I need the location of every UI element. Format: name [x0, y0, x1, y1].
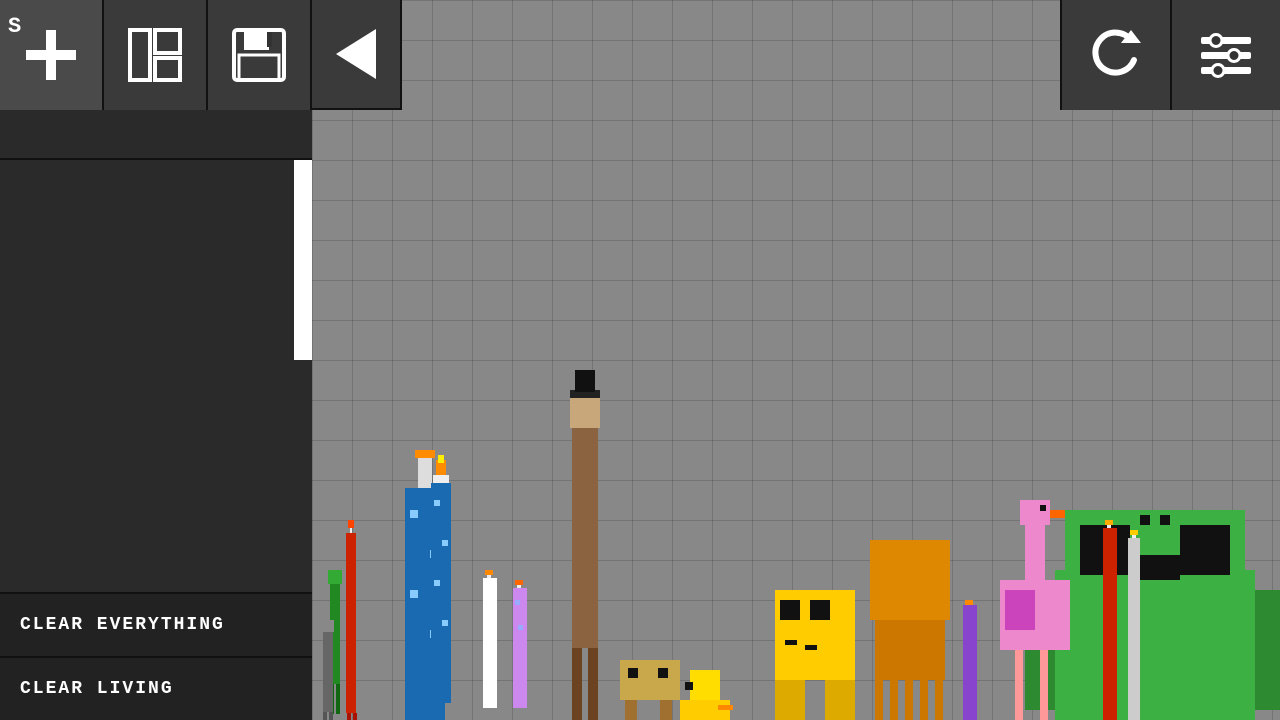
- settings-button[interactable]: [1170, 0, 1280, 110]
- back-button[interactable]: [312, 0, 402, 110]
- search-row: S: [0, 110, 312, 160]
- bottom-buttons: CLEAR EVERYTHING CLEAR LIVING: [0, 592, 312, 720]
- add-icon: [21, 25, 81, 85]
- top-right-toolbar: [1060, 0, 1280, 110]
- save-icon: [229, 25, 289, 85]
- clear-everything-button[interactable]: CLEAR EVERYTHING: [0, 592, 312, 656]
- back-icon: [326, 24, 386, 84]
- layout-button[interactable]: [104, 0, 208, 110]
- scrollbar-thumb[interactable]: [294, 160, 312, 360]
- layout-icon: [125, 25, 185, 85]
- undo-button[interactable]: [1060, 0, 1170, 110]
- toolbar: [0, 0, 312, 110]
- undo-icon: [1086, 25, 1146, 85]
- settings-icon: [1196, 25, 1256, 85]
- clear-living-button[interactable]: CLEAR LIVING: [0, 656, 312, 720]
- sidebar: S CLEAR EVERYTHING CLEAR LIVING: [0, 0, 312, 720]
- save-button[interactable]: [208, 0, 312, 110]
